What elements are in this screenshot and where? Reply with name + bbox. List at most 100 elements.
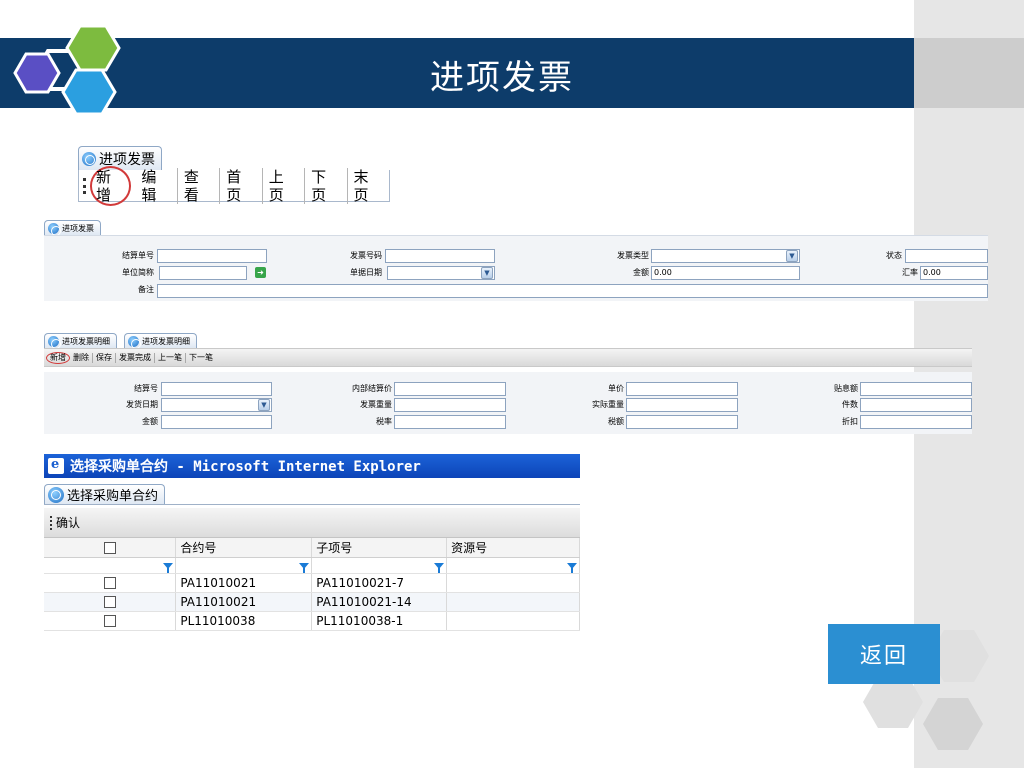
detail-delete-button[interactable]: 删除 [70,352,93,363]
prev-page-button[interactable]: 上页 [263,167,306,204]
invoice-type-label: 发票类型 [617,251,649,260]
detail-toolbar: 新增 删除 保存 发票完成 上一笔 下一笔 [44,348,972,367]
invoice-no-input[interactable] [385,249,495,263]
table-row[interactable]: PA11010021 PA11010021-7 [44,573,580,593]
lookup-arrow-icon[interactable]: ➜ [255,267,266,278]
table-row[interactable]: PL11010038 PL11010038-1 [44,611,580,631]
new-button[interactable]: 新增 [90,165,132,206]
tax-amount-input[interactable] [626,415,738,429]
unit-short-input[interactable] [159,266,247,280]
row-checkbox[interactable] [103,577,116,589]
sub-item-cell: PL11010038-1 [311,611,448,631]
module-icon [48,335,61,349]
row-checkbox[interactable] [103,615,116,627]
first-page-button[interactable]: 首页 [220,167,263,204]
discount-amount-input[interactable] [860,382,972,396]
invoice-no-label: 发票号码 [350,251,382,260]
next-record-button[interactable]: 下一笔 [186,353,216,363]
detail-save-button[interactable]: 保存 [93,352,116,363]
actual-weight-label: 实际重量 [592,400,624,409]
filter-cell [446,557,580,574]
invoice-complete-button[interactable]: 发票完成 [116,352,155,363]
status-input[interactable] [905,249,988,263]
back-button[interactable]: 返回 [828,624,940,684]
table-header-row: 合约号 子项号 资源号 [44,538,580,558]
tab-invoice-detail-2[interactable]: 进项发票明细 [124,333,197,349]
tab-select-contract[interactable]: 选择采购单合约 [44,484,166,504]
amount-input[interactable]: 0.00 [651,266,800,280]
select-all-checkbox[interactable] [103,541,116,554]
internal-price-input[interactable] [394,382,506,396]
status-label: 状态 [886,251,902,260]
view-button[interactable]: 查看 [178,167,221,204]
unit-short-label: 单位简称 [122,268,154,277]
contract-table: 合约号 子项号 资源号 PA11010021 PA11010021-7 PA11… [44,538,580,631]
remark-input[interactable] [157,284,988,298]
confirm-button[interactable]: 确认 [56,514,80,531]
filter-cell [311,557,448,574]
tab-label: 进项发票明细 [62,336,110,346]
tab-label: 进项发票明细 [142,336,190,346]
tab-invoice-detail[interactable]: 进项发票明细 [44,333,117,349]
tab-invoice-main[interactable]: 进项发票 [78,146,162,170]
row-checkbox[interactable] [103,596,116,608]
invoice-type-select[interactable] [651,249,800,263]
detail-new-button[interactable]: 新增 [46,351,70,364]
invoice-weight-input[interactable] [394,398,506,412]
header-side-block [914,38,1024,108]
hexagon-logo [13,24,121,116]
detail-amount-label: 金额 [142,417,158,426]
toolbar-grip [50,515,52,530]
ship-date-label: 发货日期 [126,400,158,409]
filter-icon[interactable] [163,563,174,573]
module-icon [48,486,64,503]
sub-item-cell: PA11010021-14 [311,592,448,612]
settlement-no-input[interactable] [157,249,267,263]
next-page-button[interactable]: 下页 [305,167,348,204]
filter-icon[interactable] [299,563,310,573]
main-toolbar: 新增 编辑 查看 首页 上页 下页 末页 [78,165,390,206]
column-header-contract[interactable]: 合约号 [175,538,313,558]
doc-date-input[interactable] [387,266,495,280]
ship-date-input[interactable] [161,398,272,412]
filter-icon[interactable] [434,563,445,573]
internal-price-label: 内部结算价 [352,384,392,393]
column-header-sub-item[interactable]: 子项号 [311,538,448,558]
tax-rate-label: 税率 [376,417,392,426]
amount-label: 金额 [633,268,649,277]
detail-amount-input[interactable] [161,415,272,429]
ie-icon [48,457,64,474]
popup-title-bar[interactable]: 选择采购单合约 - Microsoft Internet Explorer [44,454,580,478]
column-header-resource[interactable]: 资源号 [446,538,580,558]
page-title: 进项发票 [430,58,574,98]
filter-cell [175,557,313,574]
settle-no-input[interactable] [161,382,272,396]
pieces-input[interactable] [860,398,972,412]
unit-price-input[interactable] [626,382,738,396]
last-page-button[interactable]: 末页 [348,168,389,204]
unit-price-label: 单价 [608,384,624,393]
chevron-down-icon[interactable]: ▼ [786,250,798,262]
tax-rate-input[interactable] [394,415,506,429]
chevron-down-icon[interactable]: ▼ [481,267,493,279]
prev-record-button[interactable]: 上一笔 [155,352,186,363]
popup-toolbar: 确认 [44,508,580,538]
remark-label: 备注 [138,285,154,294]
filter-icon[interactable] [567,563,577,573]
contract-cell: PA11010021 [175,573,313,593]
sub-item-cell: PA11010021-7 [311,573,448,593]
popup-window-title: 选择采购单合约 - Microsoft Internet Explorer [70,459,421,475]
discount-amount-label: 贴息额 [834,384,858,393]
row-select-cell [44,611,177,631]
module-icon [48,222,61,236]
edit-button[interactable]: 编辑 [135,167,178,204]
chevron-down-icon[interactable]: ▼ [258,399,270,411]
exchange-rate-input[interactable]: 0.00 [920,266,988,280]
tab-invoice-form[interactable]: 进项发票 [44,220,101,236]
tax-amount-label: 税额 [608,417,624,426]
table-row[interactable]: PA11010021 PA11010021-14 [44,592,580,612]
actual-weight-input[interactable] [626,398,738,412]
popup-tab-divider [44,504,580,505]
row-select-cell [44,573,177,593]
rebate-input[interactable] [860,415,972,429]
